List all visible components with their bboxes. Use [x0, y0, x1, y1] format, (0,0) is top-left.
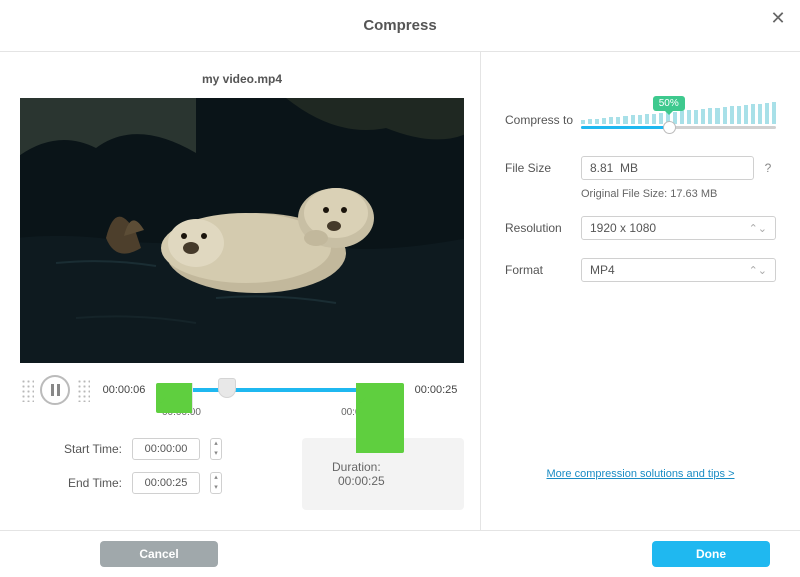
resolution-value: 1920 x 1080: [590, 221, 656, 235]
file-size-label: File Size: [505, 161, 581, 175]
compress-slider[interactable]: 50%: [581, 102, 776, 138]
format-select[interactable]: MP4 ⌃⌄: [581, 258, 776, 282]
play-pause-button[interactable]: [40, 375, 70, 405]
resolution-select[interactable]: 1920 x 1080 ⌃⌄: [581, 216, 776, 240]
range-end-handle[interactable]: [356, 383, 404, 453]
format-label: Format: [505, 263, 581, 277]
dialog-title: Compress: [363, 17, 436, 34]
video-filename: my video.mp4: [20, 72, 464, 86]
grip-icon: [76, 378, 90, 402]
compress-percent-badge: 50%: [653, 96, 685, 111]
format-value: MP4: [590, 263, 615, 277]
help-icon: ?: [765, 161, 772, 175]
playhead-handle[interactable]: [218, 378, 236, 398]
duration-value: 00:00:25: [338, 474, 385, 488]
compress-to-label: Compress to: [505, 113, 581, 127]
end-time-input[interactable]: [132, 472, 200, 494]
done-button[interactable]: Done: [652, 541, 770, 567]
close-button[interactable]: ✕: [766, 8, 790, 32]
current-time: 00:00:06: [96, 384, 152, 396]
pause-icon: [51, 384, 60, 396]
dialog-footer: Cancel Done: [0, 530, 800, 577]
dialog-header: Compress ✕: [0, 0, 800, 52]
timeline-slider[interactable]: [158, 375, 402, 405]
end-time-label: End Time:: [56, 476, 122, 490]
start-time-label: Start Time:: [56, 442, 122, 456]
grip-icon: [20, 378, 34, 402]
compress-slider-knob[interactable]: [663, 121, 676, 134]
range-start-handle[interactable]: [156, 383, 193, 413]
video-preview[interactable]: [20, 98, 464, 363]
duration-label: Duration:: [332, 460, 381, 474]
chevron-updown-icon: ⌃⌄: [749, 222, 767, 235]
chevron-updown-icon: ⌃⌄: [749, 264, 767, 277]
end-time-stepper[interactable]: ▴▾: [210, 472, 222, 494]
close-icon: ✕: [770, 8, 785, 28]
total-time: 00:00:25: [408, 384, 464, 396]
playback-controls: 00:00:06 00:00:25: [20, 375, 464, 405]
cancel-button[interactable]: Cancel: [100, 541, 218, 567]
tips-link[interactable]: More compression solutions and tips >: [505, 468, 776, 480]
resolution-label: Resolution: [505, 221, 581, 235]
video-panel: my video.mp4: [0, 52, 481, 530]
start-time-input[interactable]: [132, 438, 200, 460]
settings-panel: Compress to 50% File Size ? Original Fil…: [481, 52, 800, 530]
original-file-size: Original File Size: 17.63 MB: [581, 188, 776, 200]
start-time-stepper[interactable]: ▴▾: [210, 438, 222, 460]
file-size-input[interactable]: [581, 156, 754, 180]
file-size-help[interactable]: ?: [760, 161, 776, 175]
